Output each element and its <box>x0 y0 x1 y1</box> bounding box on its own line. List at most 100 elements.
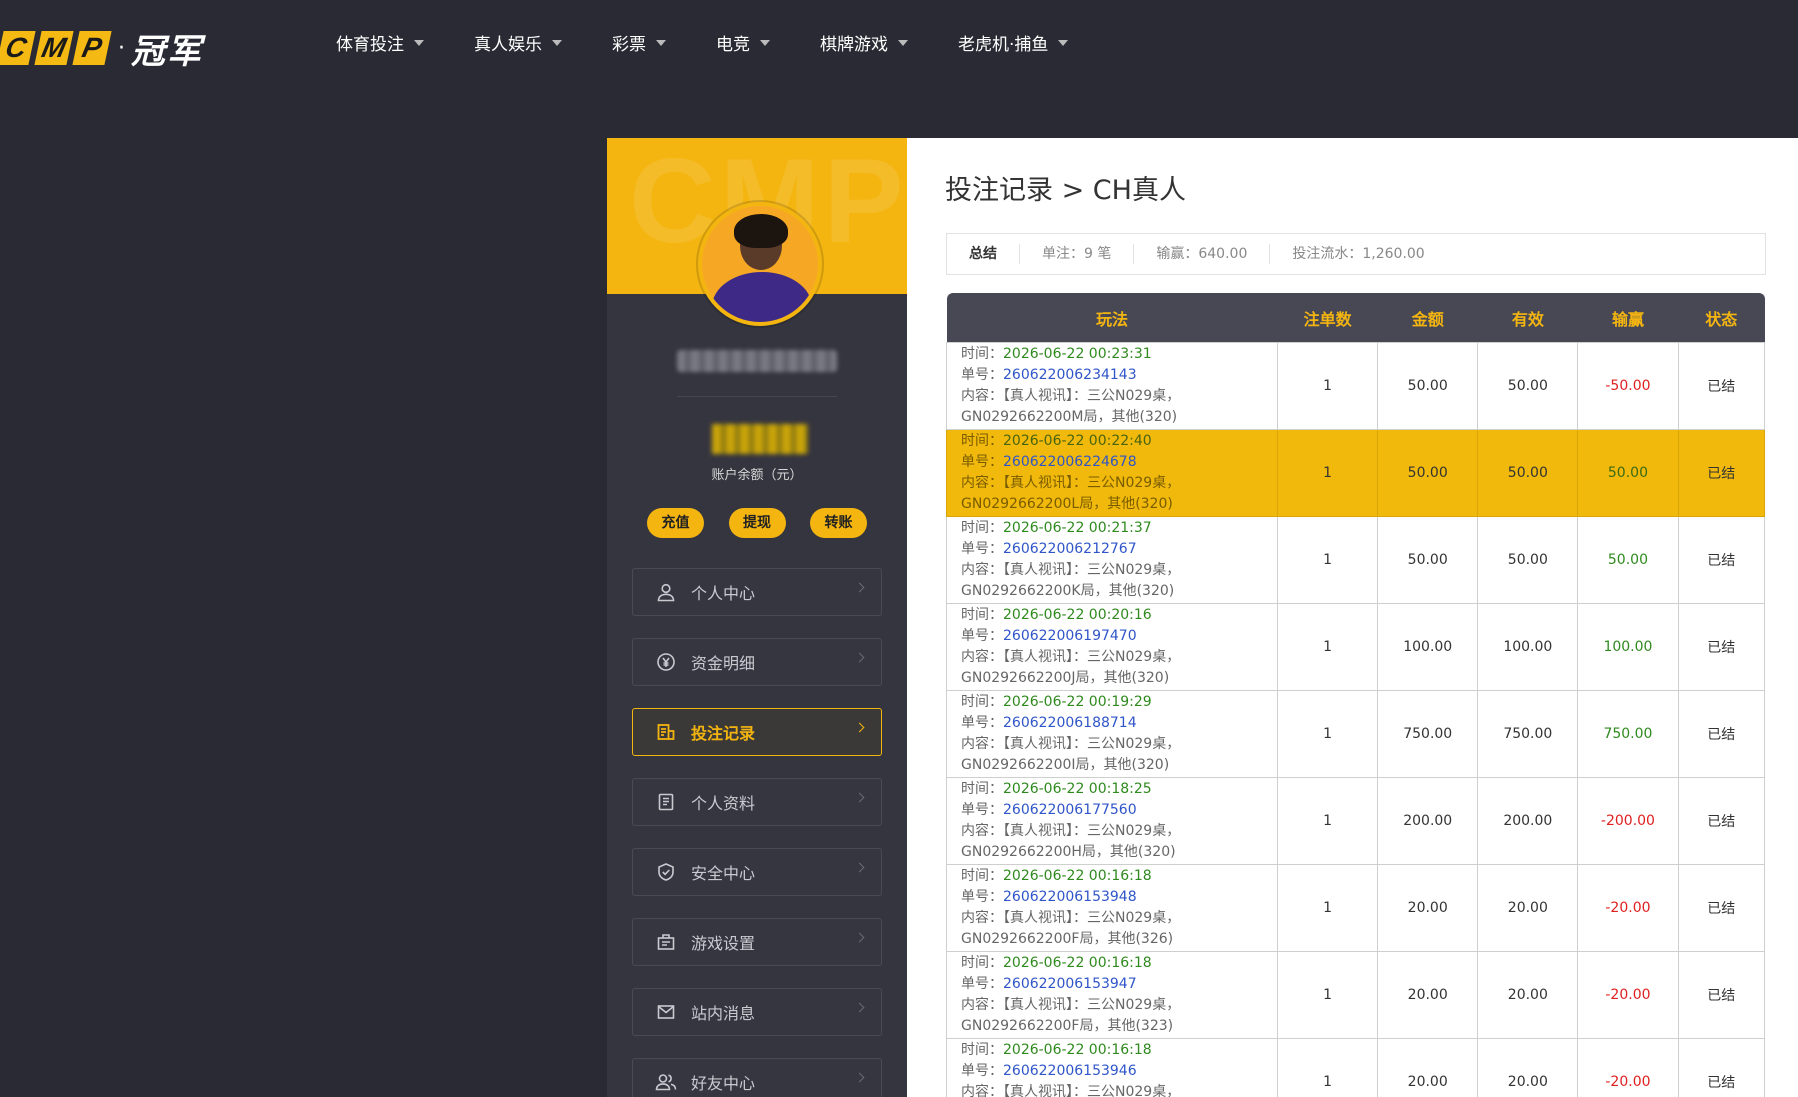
no-label: 单号： <box>961 976 1003 992</box>
table-row[interactable]: 时间：2026-06-22 00:16:18 单号：260622006153948… <box>945 864 1765 952</box>
deposit-button[interactable]: 充值 <box>647 508 704 538</box>
main-content: 投注记录 > CH真人 总结 单注：9 笔 输赢：640.00 投注流水：1,2… <box>907 138 1798 1097</box>
bet-status: 已结 <box>1677 1038 1765 1097</box>
bet-number-link[interactable]: 260622006188714 <box>1003 715 1137 731</box>
mail-icon <box>655 1001 677 1023</box>
bet-time: 2026-06-22 00:16:18 <box>1003 1042 1152 1058</box>
bet-number-link[interactable]: 260622006212767 <box>1003 541 1137 557</box>
main-nav: 体育投注 真人娱乐 彩票 电竞 棋牌游戏 老虎机·捕鱼 <box>336 30 1118 55</box>
menu-item-security[interactable]: 安全中心 <box>632 848 882 896</box>
table-row[interactable]: 时间：2026-06-22 00:18:25 单号：260622006177560… <box>945 777 1765 865</box>
menu-item-messages[interactable]: 站内消息 <box>632 988 882 1036</box>
nav-item-lottery[interactable]: 彩票 <box>612 30 666 55</box>
chevron-right-icon <box>854 582 865 593</box>
bet-number-link[interactable]: 260622006177560 <box>1003 802 1137 818</box>
bet-winloss: -20.00 <box>1577 951 1679 1039</box>
bet-number-link[interactable]: 260622006224678 <box>1003 454 1137 470</box>
bet-valid: 50.00 <box>1477 342 1579 430</box>
bet-time-line: 时间：2026-06-22 00:22:40 <box>961 431 1263 452</box>
bet-count: 1 <box>1277 342 1379 430</box>
bet-content-line: 内容：【真人视讯】：三公N029桌， <box>961 1082 1263 1097</box>
chevron-right-icon <box>854 862 865 873</box>
bet-valid: 20.00 <box>1477 864 1579 952</box>
bet-valid: 100.00 <box>1477 603 1579 691</box>
summary-winloss: 输赢：640.00 <box>1134 244 1271 264</box>
nav-item-sports[interactable]: 体育投注 <box>336 30 424 55</box>
bet-record-icon <box>655 721 677 743</box>
bet-time-line: 时间：2026-06-22 00:19:29 <box>961 692 1263 713</box>
logo-name: 冠军 <box>131 31 203 72</box>
no-label: 单号： <box>961 367 1003 383</box>
table-row[interactable]: 时间：2026-06-22 00:19:29 单号：260622006188714… <box>945 690 1765 778</box>
balance-label: 账户余额（元） <box>711 468 803 483</box>
bet-content-line: 内容：【真人视讯】：三公N029桌， <box>961 908 1263 929</box>
yen-circle-icon <box>655 651 677 673</box>
bet-winloss: -20.00 <box>1577 864 1679 952</box>
bet-winloss: -200.00 <box>1577 777 1679 865</box>
chevron-down-icon <box>552 39 562 46</box>
brand-logo[interactable]: C M P · 冠军 <box>0 28 203 72</box>
friends-icon <box>655 1071 677 1093</box>
transfer-button[interactable]: 转账 <box>810 508 867 538</box>
bet-content-line-2: GN0292662200K局，其他(320) <box>961 583 1175 599</box>
no-label: 单号： <box>961 889 1003 905</box>
nav-item-slots-fishing[interactable]: 老虎机·捕鱼 <box>958 30 1069 55</box>
bet-amount: 50.00 <box>1377 516 1479 604</box>
bet-amount: 200.00 <box>1377 777 1479 865</box>
menu-item-bet-records[interactable]: 投注记录 <box>632 708 882 756</box>
menu-item-friends[interactable]: 好友中心 <box>632 1058 882 1097</box>
content-label: 内容： <box>961 910 1003 926</box>
nav-label: 老虎机·捕鱼 <box>958 35 1049 55</box>
bet-number-link[interactable]: 260622006153947 <box>1003 976 1137 992</box>
bet-number-link[interactable]: 260622006234143 <box>1003 367 1137 383</box>
menu-label: 个人中心 <box>691 584 756 603</box>
bet-time-line: 时间：2026-06-22 00:16:18 <box>961 953 1263 974</box>
nav-label: 棋牌游戏 <box>820 35 888 55</box>
col-header-status: 状态 <box>1678 293 1765 343</box>
content-label: 内容： <box>961 997 1003 1013</box>
table-row[interactable]: 时间：2026-06-22 00:21:37 单号：260622006212767… <box>945 516 1765 604</box>
menu-item-funds[interactable]: 资金明细 <box>632 638 882 686</box>
time-label: 时间： <box>961 868 1003 884</box>
table-row[interactable]: 时间：2026-06-22 00:22:40 单号：260622006224678… <box>945 429 1765 517</box>
nav-item-chess-cards[interactable]: 棋牌游戏 <box>820 30 908 55</box>
bet-records-table-wrap: 玩法 注单数 金额 有效 输赢 状态 时间：2026-06-22 00:23:3… <box>945 293 1765 1097</box>
avatar[interactable] <box>698 202 822 326</box>
nav-label: 电竞 <box>716 35 750 55</box>
logo-dot: · <box>118 35 125 61</box>
menu-label: 游戏设置 <box>691 934 756 953</box>
bet-content-line-2: GN0292662200L局，其他(320) <box>961 496 1173 512</box>
nav-label: 体育投注 <box>336 35 404 55</box>
withdraw-button[interactable]: 提现 <box>728 508 786 538</box>
menu-label: 投注记录 <box>691 724 756 743</box>
bet-number-link[interactable]: 260622006153946 <box>1003 1063 1137 1079</box>
bet-content: 【真人视讯】：三公N029桌， <box>1003 388 1181 404</box>
menu-item-game-settings[interactable]: 游戏设置 <box>632 918 882 966</box>
bet-number-link[interactable]: 260622006153948 <box>1003 889 1137 905</box>
shield-check-icon <box>655 861 677 883</box>
bet-time-line: 时间：2026-06-22 00:18:25 <box>961 779 1263 800</box>
time-label: 时间： <box>961 694 1003 710</box>
table-row[interactable]: 时间：2026-06-22 00:16:18 单号：260622006153946… <box>945 1038 1765 1097</box>
table-row[interactable]: 时间：2026-06-22 00:20:16 单号：260622006197470… <box>945 603 1765 691</box>
bet-no-line: 单号：260622006197470 <box>961 626 1263 647</box>
table-row[interactable]: 时间：2026-06-22 00:23:31 单号：260622006234143… <box>945 342 1765 430</box>
bet-content-line-2: GN0292662200F局，其他(323) <box>961 1018 1174 1034</box>
username-blurred <box>677 350 837 372</box>
nav-item-esports[interactable]: 电竞 <box>716 30 770 55</box>
table-row[interactable]: 时间：2026-06-22 00:16:18 单号：260622006153947… <box>945 951 1765 1039</box>
menu-item-personal-center[interactable]: 个人中心 <box>632 568 882 616</box>
bet-time: 2026-06-22 00:21:37 <box>1003 520 1152 536</box>
balance-blurred <box>712 424 808 454</box>
bet-status: 已结 <box>1677 429 1765 517</box>
bet-info-cell: 时间：2026-06-22 00:16:18 单号：260622006153948… <box>945 864 1279 952</box>
bet-content-line: 内容：【真人视讯】：三公N029桌， <box>961 560 1263 581</box>
bet-status: 已结 <box>1677 864 1765 952</box>
nav-item-live-casino[interactable]: 真人娱乐 <box>474 30 562 55</box>
bet-info-cell: 时间：2026-06-22 00:23:31 单号：260622006234143… <box>945 342 1279 430</box>
bet-count: 1 <box>1277 1038 1379 1097</box>
summary-bar: 总结 单注：9 笔 输赢：640.00 投注流水：1,260.00 <box>946 233 1766 275</box>
menu-item-profile[interactable]: 个人资料 <box>632 778 882 826</box>
bet-number-link[interactable]: 260622006197470 <box>1003 628 1137 644</box>
bet-content-line: 内容：【真人视讯】：三公N029桌， <box>961 473 1263 494</box>
